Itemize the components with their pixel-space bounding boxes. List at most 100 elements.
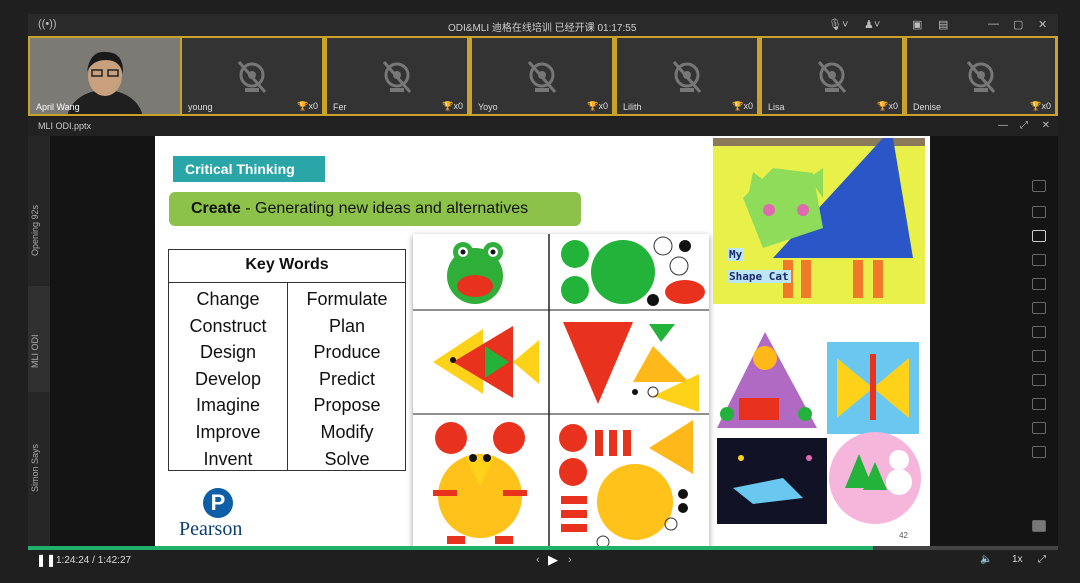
total-time: 1:42:27 bbox=[97, 555, 132, 566]
page-number: 42 bbox=[899, 531, 908, 540]
trophy-count: 🏆x0 bbox=[587, 101, 608, 111]
cat-label-shape: Shape Cat bbox=[727, 270, 791, 283]
participant-tile[interactable]: young 🏆x0 bbox=[182, 38, 322, 114]
clear-icon[interactable] bbox=[1032, 398, 1046, 410]
side-tab-opening[interactable]: Opening 92s bbox=[30, 205, 40, 256]
participant-tile-self[interactable]: April Wang bbox=[30, 38, 180, 150]
speed-button[interactable]: 1x bbox=[1012, 554, 1023, 565]
play-slide-icon[interactable]: ▶ bbox=[548, 552, 558, 568]
keyword: Imagine bbox=[195, 395, 261, 416]
student-artwork-image bbox=[717, 332, 921, 524]
layout-icon[interactable]: ▣ bbox=[912, 18, 922, 31]
trophy-count: 🏆x0 bbox=[297, 101, 318, 111]
participant-name: Denise bbox=[913, 102, 942, 112]
broadcast-icon: ((•)) bbox=[38, 18, 57, 30]
keyword: Plan bbox=[328, 315, 366, 336]
camera-off-icon bbox=[237, 61, 267, 93]
participant-tile[interactable]: Denise 🏆x0 bbox=[907, 38, 1055, 114]
camera-off-icon bbox=[672, 61, 702, 93]
side-tab-mli: MLI ODI bbox=[30, 334, 40, 368]
create-bold: Create bbox=[191, 200, 241, 217]
volume-icon[interactable]: 🔈 bbox=[980, 554, 992, 565]
shape-animals-image bbox=[413, 234, 709, 546]
minimize-icon[interactable]: — bbox=[988, 18, 999, 30]
camera-off-icon bbox=[382, 61, 412, 93]
keyword: Improve bbox=[195, 421, 261, 442]
highlighter-icon[interactable] bbox=[1032, 254, 1046, 266]
keyword: Modify bbox=[320, 421, 374, 442]
camera-toggle-icon[interactable]: ♟˅ bbox=[864, 18, 880, 31]
keyword: Produce bbox=[313, 342, 381, 363]
file-name: MLI ODI.pptx bbox=[38, 121, 92, 131]
select-icon[interactable] bbox=[1032, 206, 1046, 218]
window-title: ODI&MLI 迪格在线培训 已经开课 01:17:55 bbox=[448, 23, 637, 34]
participant-name: Lilith bbox=[623, 102, 642, 112]
player-controls: ❚❚ 1:24:24 / 1:42:27 ‹ ▶ › 🔈 1x ⤢ bbox=[28, 550, 1058, 570]
current-time: 1:24:24 bbox=[56, 555, 90, 566]
participant-tile[interactable]: Yoyo 🏆x0 bbox=[472, 38, 612, 114]
keywords-table: Key Words Change Construct Design Develo… bbox=[168, 249, 406, 471]
participant-tile[interactable]: Lisa 🏆x0 bbox=[762, 38, 902, 114]
keyword: Construct bbox=[189, 315, 267, 336]
keyword: Formulate bbox=[306, 289, 388, 309]
side-panel: Opening 92s MLI ODI Simon Says bbox=[28, 136, 50, 546]
camera-off-icon bbox=[817, 61, 847, 93]
section-title: Critical Thinking bbox=[173, 156, 325, 182]
trophy-count: 🏆x0 bbox=[442, 101, 463, 111]
shape-icon[interactable] bbox=[1032, 302, 1046, 314]
close-icon[interactable]: ✕ bbox=[1038, 18, 1047, 31]
eraser-icon[interactable] bbox=[1032, 326, 1046, 338]
keywords-right-column: Formulate Plan Produce Predict Propose M… bbox=[288, 286, 406, 472]
trophy-count: 🏆x0 bbox=[877, 101, 898, 111]
keyword: Develop bbox=[194, 368, 262, 389]
participant-tile[interactable]: Lilith 🏆x0 bbox=[617, 38, 757, 114]
next-slide-icon[interactable]: › bbox=[568, 554, 572, 566]
slide: Critical Thinking Create - Generating ne… bbox=[155, 136, 930, 546]
create-banner: Create - Generating new ideas and altern… bbox=[169, 192, 581, 226]
keyword: Design bbox=[199, 342, 257, 363]
title-bar: ((•)) ODI&MLI 迪格在线培训 已经开课 01:17:55 🎙˅ ♟˅… bbox=[28, 14, 1058, 36]
time-display: 1:24:24 / 1:42:27 bbox=[56, 555, 132, 566]
annotation-toolbar bbox=[1022, 136, 1058, 546]
camera-off-icon bbox=[966, 61, 996, 93]
pearson-logo: P Pearson bbox=[179, 488, 242, 541]
file-bar: MLI ODI.pptx — ⤢ ✕ bbox=[28, 118, 1058, 136]
participant-tile[interactable]: Fer 🏆x0 bbox=[327, 38, 467, 114]
share-icon[interactable]: ▤ bbox=[938, 18, 948, 31]
laser-icon[interactable] bbox=[1032, 446, 1046, 458]
side-tab-simon[interactable]: Simon Says bbox=[30, 444, 40, 492]
text-icon[interactable] bbox=[1032, 278, 1046, 290]
pearson-p-icon: P bbox=[203, 488, 233, 518]
keyword: Solve bbox=[324, 448, 370, 469]
redo-icon[interactable] bbox=[1032, 374, 1046, 386]
cat-label-my: My bbox=[727, 248, 745, 261]
camera-off-icon bbox=[527, 61, 557, 93]
trophy-count: 🏆x0 bbox=[732, 101, 753, 111]
undo-icon[interactable] bbox=[1032, 350, 1046, 362]
pause-icon[interactable]: ❚❚ bbox=[36, 553, 56, 567]
keywords-header: Key Words bbox=[169, 250, 405, 283]
pen-icon[interactable] bbox=[1032, 230, 1046, 242]
keywords-left-column: Change Construct Design Develop Imagine … bbox=[169, 286, 287, 472]
stats-icon[interactable] bbox=[1032, 520, 1046, 532]
minimize-icon[interactable]: — bbox=[998, 120, 1008, 131]
keyword: Change bbox=[196, 289, 260, 309]
prev-slide-icon[interactable]: ‹ bbox=[536, 554, 540, 566]
keyword: Invent bbox=[203, 448, 253, 469]
participant-name: Fer bbox=[333, 102, 347, 112]
trophy-count: 🏆x0 bbox=[1030, 101, 1051, 111]
fullscreen-icon[interactable]: ⤢ bbox=[1038, 554, 1046, 565]
restore-icon[interactable]: ▢ bbox=[1013, 18, 1023, 31]
save-icon[interactable] bbox=[1032, 422, 1046, 434]
fullscreen-icon[interactable]: ⤢ bbox=[1020, 120, 1028, 131]
pointer-icon[interactable] bbox=[1032, 180, 1046, 192]
create-description: - Generating new ideas and alternatives bbox=[240, 200, 529, 217]
participant-name: young bbox=[188, 102, 213, 112]
participant-strip: April Wang young 🏆x0 Fer 🏆x0 Yoyo 🏆x0 Li… bbox=[28, 36, 1058, 150]
side-tab-active[interactable]: MLI ODI bbox=[28, 286, 50, 392]
participant-name: Lisa bbox=[768, 102, 785, 112]
close-icon[interactable]: ✕ bbox=[1042, 120, 1050, 131]
keyword: Propose bbox=[313, 395, 381, 416]
participant-name: April Wang bbox=[36, 102, 80, 112]
microphone-icon[interactable]: 🎙˅ bbox=[828, 18, 848, 31]
